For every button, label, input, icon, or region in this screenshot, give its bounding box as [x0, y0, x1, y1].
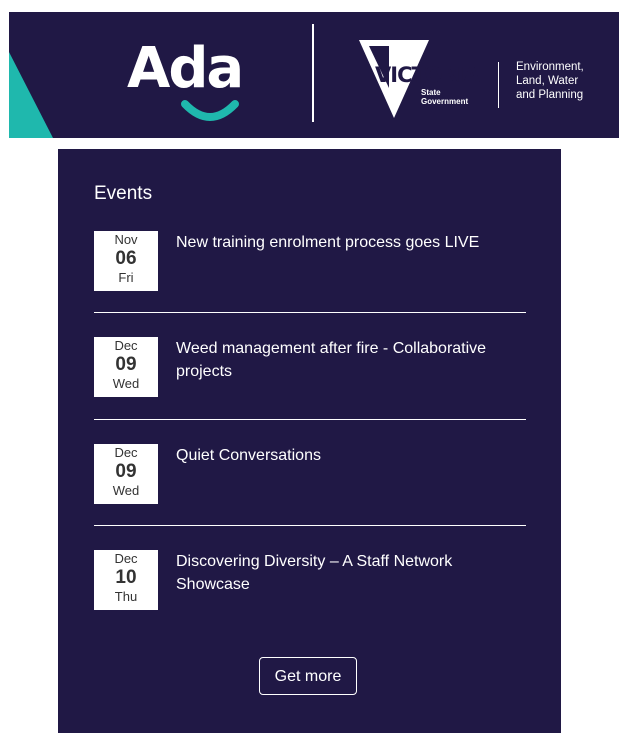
teal-accent-shape: [9, 52, 53, 138]
events-panel: Events Nov 06 Fri New training enrolment…: [58, 149, 561, 733]
event-title-link[interactable]: Quiet Conversations: [176, 444, 526, 467]
ada-logo: Ada: [127, 34, 267, 134]
event-divider: [94, 525, 526, 526]
ada-logo-text: Ada: [127, 36, 244, 101]
event-title-link[interactable]: Weed management after fire - Collaborati…: [176, 337, 526, 383]
header-banner: Ada VICTORIA State Government Environmen…: [9, 12, 619, 138]
get-more-button[interactable]: Get more: [259, 657, 357, 695]
events-heading: Events: [94, 183, 153, 204]
dept-divider: [498, 62, 499, 108]
event-date: Dec 10 Thu: [94, 550, 158, 610]
victoria-wordmark: VICTORIA: [375, 63, 480, 87]
victoria-government-logo: VICTORIA State Government: [359, 38, 489, 118]
smile-icon: [181, 100, 239, 121]
event-divider: [94, 419, 526, 420]
event-divider: [94, 312, 526, 313]
event-title-link[interactable]: New training enrolment process goes LIVE: [176, 231, 526, 254]
department-name: Environment, Land, Water and Planning: [516, 61, 584, 101]
event-title-link[interactable]: Discovering Diversity – A Staff Network …: [176, 550, 526, 596]
event-date: Nov 06 Fri: [94, 231, 158, 291]
event-date: Dec 09 Wed: [94, 337, 158, 397]
logo-divider: [312, 24, 314, 122]
state-government-label: State Government: [421, 88, 469, 106]
event-date: Dec 09 Wed: [94, 444, 158, 504]
